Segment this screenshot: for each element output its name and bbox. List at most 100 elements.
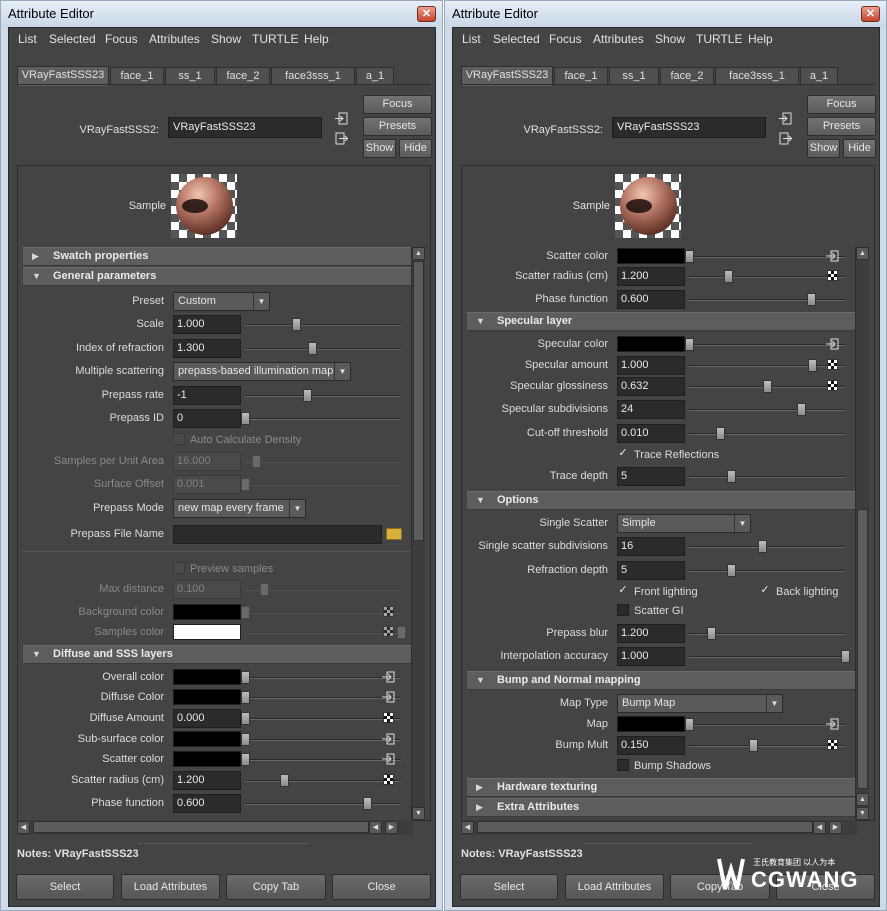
checker-map-icon[interactable] [383,774,394,785]
slider-knob[interactable] [241,606,250,619]
slider-knob[interactable] [241,671,250,684]
hide-button[interactable]: Hide [399,139,432,158]
tab-ss-1[interactable]: ss_1 [609,67,659,85]
prepass-mode-dropdown[interactable]: new map every frame ▼ [173,499,306,518]
diffuse-color-swatch[interactable] [173,689,241,705]
scroll-down-icon[interactable]: ▼ [856,807,869,820]
scroll-up-icon[interactable]: ▲ [856,247,869,260]
trace-depth-field[interactable]: 5 [617,467,685,486]
slider-knob[interactable] [397,626,406,639]
interp-accuracy-slider[interactable] [689,650,850,663]
hide-button[interactable]: Hide [843,139,876,158]
folder-icon[interactable] [386,528,402,540]
samples-color-slider[interactable] [245,626,406,639]
samples-color-swatch[interactable] [173,624,241,640]
specular-glossiness-slider[interactable] [689,380,845,393]
menu-focus[interactable]: Focus [549,32,582,46]
diffuse-amount-field[interactable]: 0.000 [173,709,241,728]
specular-color-swatch[interactable] [617,336,685,352]
max-distance-slider[interactable] [245,583,401,596]
scroll-left-icon[interactable]: ◀ [461,821,474,834]
copy-tab-button[interactable]: Copy Tab [226,874,326,900]
scale-field[interactable]: 1.000 [173,315,241,334]
ior-field[interactable]: 1.300 [173,339,241,358]
slider-knob[interactable] [251,455,261,468]
overall-color-swatch[interactable] [173,669,241,685]
tab-ss-1[interactable]: ss_1 [165,67,215,85]
presets-button[interactable]: Presets [807,117,876,136]
slider-knob[interactable] [685,718,694,731]
show-button[interactable]: Show [363,139,396,158]
slider-knob[interactable] [724,270,733,283]
slider-knob[interactable] [716,427,726,440]
specular-amount-field[interactable]: 1.000 [617,356,685,375]
menu-focus[interactable]: Focus [105,32,138,46]
bump-mult-slider[interactable] [689,739,845,752]
samples-per-unit-slider[interactable] [245,455,401,468]
samples-per-unit-field[interactable]: 16.000 [173,452,241,471]
slider-knob[interactable] [241,478,250,491]
slider-knob[interactable] [706,627,716,640]
phase-function-field[interactable]: 0.600 [173,794,241,813]
tab-vrayfastsss23[interactable]: VRayFastSSS23 [17,66,109,86]
horizontal-scrollbar[interactable]: ◀ ◀ ▶ [461,820,857,835]
prepass-blur-slider[interactable] [689,627,845,640]
map-swatch[interactable] [617,716,685,732]
menu-attributes[interactable]: Attributes [149,32,200,46]
slider-knob[interactable] [303,389,313,402]
checker-map-icon[interactable] [383,626,394,637]
slider-knob[interactable] [758,540,768,553]
slider-knob[interactable] [808,359,818,372]
focus-button[interactable]: Focus [807,95,876,114]
scatter-radius-field[interactable]: 1.200 [617,267,685,286]
background-color-slider[interactable] [241,606,401,619]
phase-function-slider[interactable] [245,797,401,810]
scroll-up-icon[interactable]: ▲ [412,247,425,260]
menu-selected[interactable]: Selected [493,32,540,46]
tab-face-2[interactable]: face_2 [216,67,270,85]
menu-attributes[interactable]: Attributes [593,32,644,46]
checker-map-icon[interactable] [383,712,394,723]
menu-turtle[interactable]: TURTLE [696,32,742,46]
refraction-depth-field[interactable]: 5 [617,561,685,580]
multiple-scattering-dropdown[interactable]: prepass-based illumination map ▼ [173,362,351,381]
prepass-rate-slider[interactable] [245,389,401,402]
slider-knob[interactable] [685,338,694,351]
map-connection-icon[interactable] [826,718,839,730]
map-connection-icon[interactable] [382,753,395,765]
subsurface-color-swatch[interactable] [173,731,241,747]
max-distance-field[interactable]: 0.100 [173,580,241,599]
diffuse-color-slider[interactable] [241,691,401,704]
map-connection-icon[interactable] [826,338,839,350]
tab-face-1[interactable]: face_1 [554,67,608,85]
bump-mult-field[interactable]: 0.150 [617,736,685,755]
interp-accuracy-field[interactable]: 1.000 [617,647,685,666]
slider-knob[interactable] [727,470,737,483]
front-lighting-checkbox[interactable]: ✓ [617,585,629,597]
input-connection-icon[interactable] [335,112,348,125]
prepass-id-slider[interactable] [241,412,401,425]
notes-resize-handle[interactable] [583,843,753,846]
vertical-scrollbar[interactable]: ▲ ▲ ▼ [855,247,869,820]
notes-resize-handle[interactable] [139,843,309,846]
map-slider[interactable] [685,718,845,731]
menu-help[interactable]: Help [304,32,329,46]
bump-shadows-checkbox[interactable] [617,759,629,771]
horizontal-scrollbar[interactable]: ◀ ◀ ▶ [17,820,413,835]
phase-function-field[interactable]: 0.600 [617,290,685,309]
subsurface-color-slider[interactable] [241,733,401,746]
slider-knob[interactable] [362,797,372,810]
slider-knob[interactable] [727,564,737,577]
scatter-color-swatch[interactable] [173,751,241,767]
menu-help[interactable]: Help [748,32,773,46]
menu-turtle[interactable]: TURTLE [252,32,298,46]
section-general-parameters[interactable]: ▼ General parameters [23,267,411,286]
load-attributes-button[interactable]: Load Attributes [565,874,664,900]
select-button[interactable]: Select [460,874,558,900]
close-button[interactable]: Close [332,874,431,900]
show-button[interactable]: Show [807,139,840,158]
preset-dropdown[interactable]: Custom ▼ [173,292,270,311]
prepass-file-field[interactable] [173,525,382,544]
menu-selected[interactable]: Selected [49,32,96,46]
menu-list[interactable]: List [462,32,481,46]
